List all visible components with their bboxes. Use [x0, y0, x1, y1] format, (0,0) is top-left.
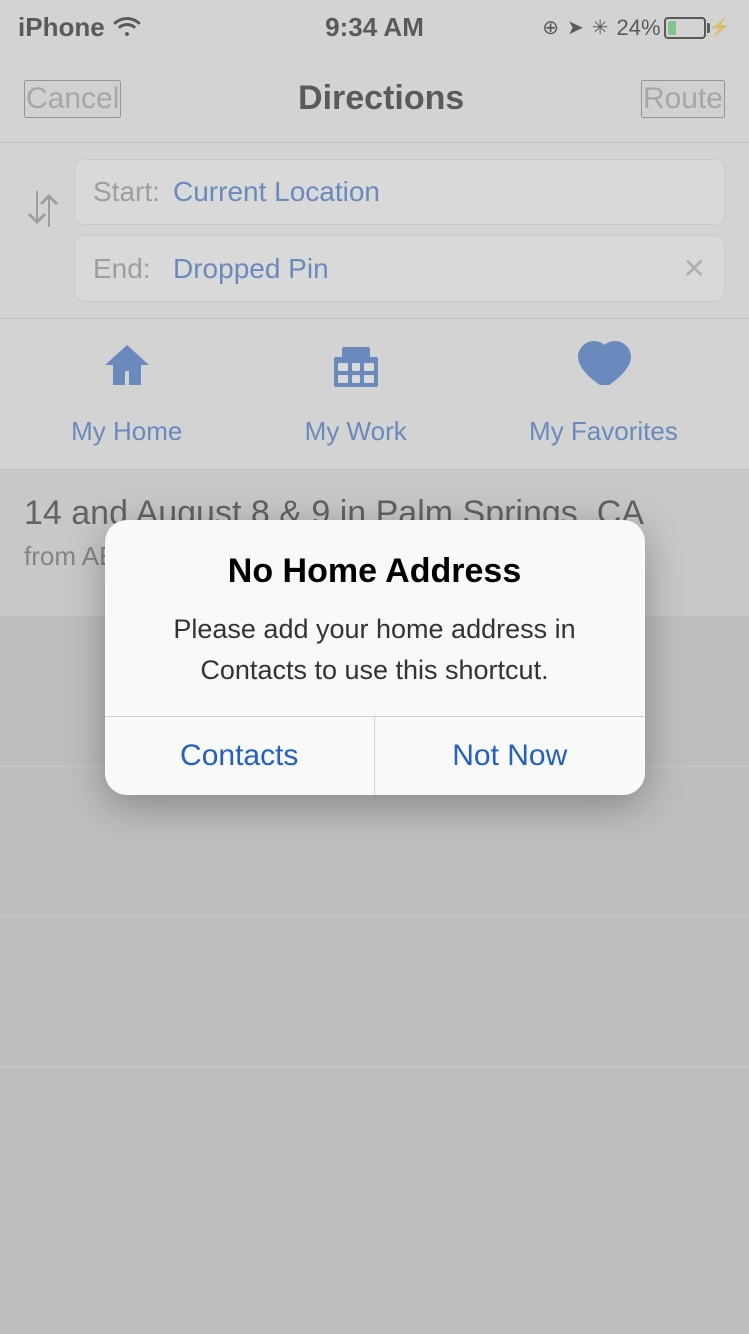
- dialog-title: No Home Address: [135, 552, 615, 591]
- contacts-button[interactable]: Contacts: [105, 717, 376, 795]
- dialog-actions: Contacts Not Now: [105, 716, 645, 795]
- not-now-button[interactable]: Not Now: [375, 717, 645, 795]
- dialog-overlay: No Home Address Please add your home add…: [0, 0, 749, 1334]
- dialog-content: No Home Address Please add your home add…: [105, 520, 645, 716]
- dialog-message: Please add your home address in Contacts…: [135, 609, 615, 690]
- dialog: No Home Address Please add your home add…: [105, 520, 645, 795]
